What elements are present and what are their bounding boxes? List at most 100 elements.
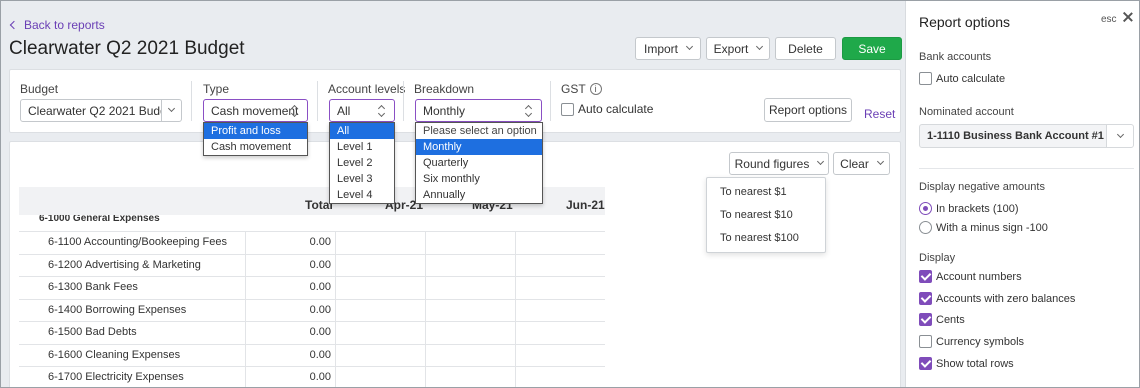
back-to-reports-link[interactable]: Back to reports [9,18,105,32]
table-row: 6-1400 Borrowing Expenses 0.00 [19,298,605,322]
round-option-10[interactable]: To nearest $10 [720,209,793,221]
display-option-currency-symbols[interactable]: Currency symbols [919,335,1024,348]
negative-option-brackets[interactable]: In brackets (100) [919,202,1019,215]
export-button[interactable]: Export [706,37,770,60]
gst-label-text: GST [561,82,586,96]
apr-cell[interactable] [335,299,425,322]
report-options-button[interactable]: Report options [764,98,852,122]
levels-option-1[interactable]: Level 1 [330,139,394,155]
budget-select[interactable]: Clearwater Q2 2021 Budget [20,99,162,122]
delete-button[interactable]: Delete [775,37,836,60]
budget-value: Clearwater Q2 2021 Budget [28,103,162,118]
report-editor: Back to reports Clearwater Q2 2021 Budge… [1,1,905,387]
bank-auto-calculate-label: Auto calculate [936,72,1006,85]
cell-divider [245,322,246,344]
jun-cell[interactable] [515,232,605,254]
jun-cell[interactable] [515,277,605,299]
type-label: Type [203,82,230,96]
breakdown-option-quarterly[interactable]: Quarterly [416,155,542,171]
info-icon[interactable]: i [589,83,602,95]
total-cell[interactable]: 0.00 [245,349,331,361]
apr-cell[interactable] [335,254,425,277]
round-figures-button[interactable]: Round figures [729,152,829,175]
apr-cell[interactable] [335,344,425,367]
round-option-100[interactable]: To nearest $100 [720,232,799,244]
breakdown-select[interactable]: Monthly [415,99,542,122]
breakdown-option-monthly[interactable]: Monthly [416,139,542,155]
apr-cell[interactable] [335,232,425,254]
cents-checkbox[interactable] [919,313,932,326]
total-cell[interactable]: 0.00 [245,236,331,248]
currency-symbols-checkbox[interactable] [919,335,932,348]
import-button[interactable]: Import [635,37,701,60]
total-cell[interactable]: 0.00 [245,259,331,271]
save-button[interactable]: Save [842,37,902,60]
chevron-down-icon [876,157,884,166]
chevron-left-icon [9,20,19,30]
jun-cell[interactable] [515,254,605,277]
bank-auto-calculate[interactable]: Auto calculate [919,72,1005,85]
account-name: 6-1500 Bad Debts [48,326,137,338]
export-label: Export [713,41,749,56]
apr-cell[interactable] [335,367,425,387]
jun-cell[interactable] [515,367,605,387]
currency-symbols-label: Currency symbols [936,335,1025,348]
levels-option-4[interactable]: Level 4 [330,187,394,203]
breakdown-option-annually[interactable]: Annually [416,187,542,203]
round-option-1[interactable]: To nearest $1 [720,186,787,198]
gst-auto-calculate-checkbox[interactable] [561,102,574,116]
import-label: Import [643,41,678,56]
updown-arrows-icon [525,105,533,117]
reset-link[interactable]: Reset [864,107,895,121]
round-figures-menu: To nearest $1 To nearest $10 To nearest … [706,177,826,253]
gst-auto-calculate[interactable]: Auto calculate [561,102,653,116]
levels-option-3[interactable]: Level 3 [330,171,394,187]
account-numbers-checkbox[interactable] [919,270,932,283]
display-option-cents[interactable]: Cents [919,313,965,326]
levels-option-2[interactable]: Level 2 [330,155,394,171]
radio-minus[interactable] [919,221,932,234]
type-option-profit-and-loss[interactable]: Profit and loss [204,123,307,139]
table-row: 6-1700 Electricity Expenses 0.00 [19,366,605,387]
clear-button[interactable]: Clear [833,152,890,175]
close-icon[interactable] [1122,11,1134,23]
jun-cell[interactable] [515,322,605,344]
divider [191,81,192,121]
may-cell[interactable] [425,367,515,387]
gst-label: GST i [561,82,602,96]
budget-dropdown-button[interactable] [161,99,182,122]
breakdown-value: Monthly [423,103,466,118]
zero-balances-checkbox[interactable] [919,292,932,305]
may-cell[interactable] [425,254,515,277]
radio-brackets[interactable] [919,202,932,215]
may-cell[interactable] [425,299,515,322]
display-option-total-rows[interactable]: Show total rows [919,357,1014,370]
total-cell[interactable]: 0.00 [245,371,331,383]
breakdown-option-six-monthly[interactable]: Six monthly [416,171,542,187]
negative-option-minus[interactable]: With a minus sign -100 [919,221,1048,234]
bank-auto-calculate-checkbox[interactable] [919,72,932,85]
total-cell[interactable]: 0.00 [245,281,331,293]
account-levels-select[interactable]: All [329,99,395,122]
may-cell[interactable] [425,232,515,254]
type-select[interactable]: Cash movement [203,99,308,122]
total-cell[interactable]: 0.00 [245,304,331,316]
jun-cell[interactable] [515,299,605,322]
nominated-account-select[interactable]: 1-1110 Business Bank Account #1 [919,124,1107,148]
table-row: 6-1100 Accounting/Bookeeping Fees 0.00 [19,231,605,254]
apr-cell[interactable] [335,277,425,299]
nominated-account-dropdown-button[interactable] [1106,124,1134,148]
may-cell[interactable] [425,277,515,299]
type-option-cash-movement[interactable]: Cash movement [204,139,307,155]
cents-label: Cents [936,313,965,326]
apr-cell[interactable] [335,322,425,344]
breakdown-option-placeholder: Please select an option [423,125,537,137]
total-rows-checkbox[interactable] [919,357,932,370]
total-cell[interactable]: 0.00 [245,326,331,338]
display-option-account-numbers[interactable]: Account numbers [919,270,1022,283]
jun-cell[interactable] [515,344,605,367]
may-cell[interactable] [425,344,515,367]
may-cell[interactable] [425,322,515,344]
levels-option-all[interactable]: All [330,123,394,139]
display-option-zero-balances[interactable]: Accounts with zero balances [919,292,1075,305]
